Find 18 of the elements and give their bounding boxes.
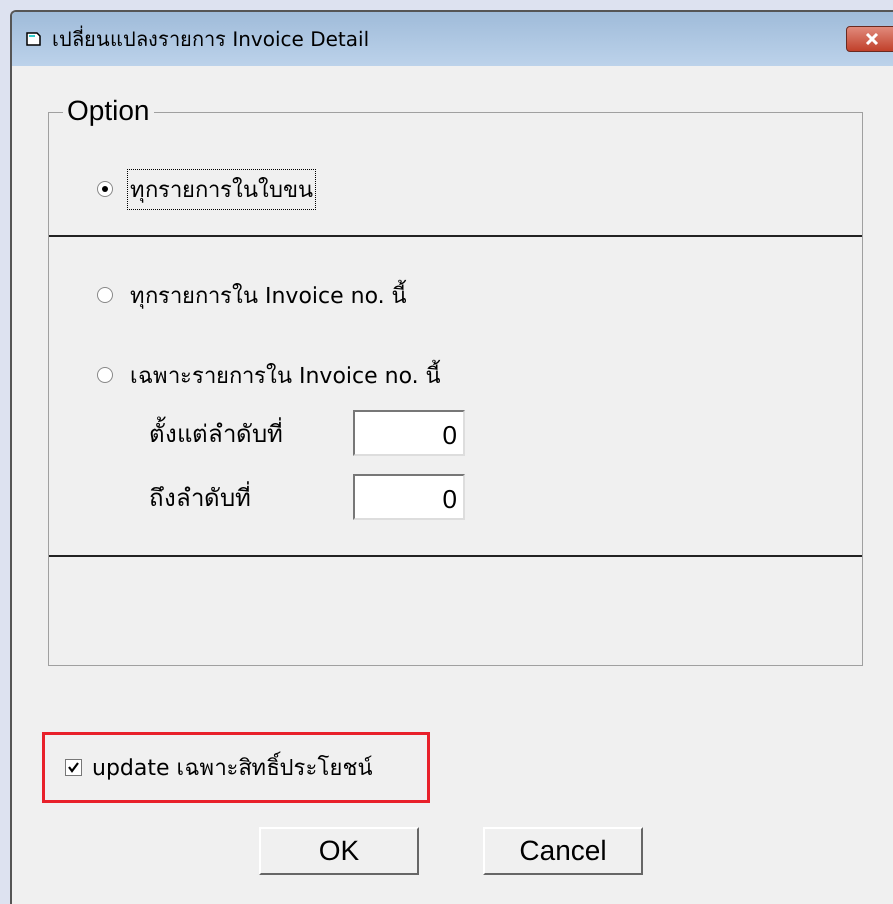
option-label[interactable]: เฉพาะรายการใน Invoice no. นี้ — [127, 354, 444, 396]
option-label[interactable]: ทุกรายการในใบขน — [127, 168, 316, 210]
window-title: เปลี่ยนแปลงรายการ Invoice Detail — [52, 24, 370, 53]
checkbox-label[interactable]: update เฉพาะสิทธิ์ประโยชน์ — [92, 750, 373, 785]
radio-button[interactable] — [97, 181, 113, 197]
field-label: ถึงลำดับที่ — [149, 478, 353, 516]
radio-button[interactable] — [97, 287, 113, 303]
window-icon — [26, 31, 42, 47]
input-field[interactable]: 0 — [353, 410, 465, 456]
input-field[interactable]: 0 — [353, 474, 465, 520]
checkbox[interactable] — [65, 759, 82, 776]
radio-button[interactable] — [97, 367, 113, 383]
close-button[interactable] — [846, 26, 893, 52]
close-icon — [865, 33, 879, 45]
field-label: ตั้งแต่ลำดับที่ — [149, 414, 353, 452]
option-label[interactable]: ทุกรายการใน Invoice no. นี้ — [127, 274, 410, 316]
dialog-button[interactable]: Cancel — [483, 827, 643, 875]
dialog-button[interactable]: OK — [259, 827, 419, 875]
